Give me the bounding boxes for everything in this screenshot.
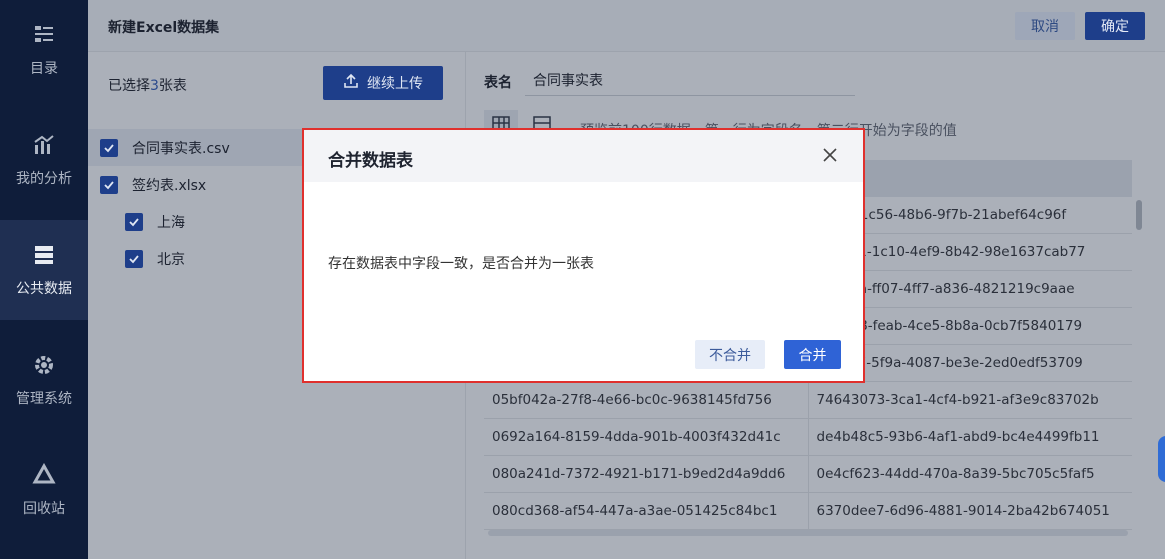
- selected-prefix: 已选择: [108, 78, 150, 94]
- sidebar-item-admin[interactable]: 管理系统: [0, 330, 88, 430]
- close-icon[interactable]: [821, 146, 839, 164]
- table-row: 080cd368-af54-447a-a3ae-051425c84bc1 6370…: [484, 493, 1132, 530]
- file-name: 签约表.xlsx: [132, 177, 207, 194]
- table-cell: 74643073-3ca1-4cf4-b921-af3e9c83702b: [807, 382, 1133, 418]
- page-title: 新建Excel数据集: [108, 20, 220, 36]
- database-icon: [31, 242, 57, 268]
- chart-icon: [31, 132, 57, 158]
- sidebar-item-label: 回收站: [23, 501, 65, 517]
- checkbox-checked-icon[interactable]: [100, 175, 118, 194]
- merge-button[interactable]: 合并: [784, 340, 841, 369]
- file-name: 合同事实表.csv: [132, 140, 230, 157]
- table-row: 05bf042a-27f8-4e66-bc0c-9638145fd756 7464…: [484, 382, 1132, 419]
- checkbox-checked-icon[interactable]: [125, 249, 143, 268]
- table-row: 080a241d-7372-4921-b171-b9ed2d4a9dd6 0e4c…: [484, 456, 1132, 493]
- selected-number: 3: [150, 78, 159, 94]
- vertical-scrollbar[interactable]: [1136, 200, 1142, 230]
- top-bar: 新建Excel数据集 取消 确定: [88, 0, 1165, 52]
- sheet-name: 上海: [157, 214, 185, 231]
- table-cell: 080cd368-af54-447a-a3ae-051425c84bc1: [492, 503, 778, 519]
- gear-icon: [31, 352, 57, 378]
- dialog-title: 合并数据表: [328, 151, 413, 171]
- sidebar-item-label: 我的分析: [16, 171, 72, 187]
- list-icon: [31, 22, 57, 48]
- table-cell: 0692a164-8159-4dda-901b-4003f432d41c: [492, 429, 781, 445]
- collapse-tab[interactable]: [1158, 436, 1165, 482]
- sidebar-item-label: 公共数据: [16, 281, 72, 297]
- confirm-button[interactable]: 确定: [1085, 12, 1145, 40]
- sidebar-item-recycle[interactable]: 回收站: [0, 440, 88, 540]
- checkbox-checked-icon[interactable]: [100, 138, 118, 157]
- sidebar: 目录 我的分析 公共数据 管理系统 回收站: [0, 0, 88, 559]
- selected-suffix: 张表: [158, 78, 187, 94]
- dialog-header: 合并数据表: [304, 130, 863, 182]
- continue-upload-button[interactable]: 继续上传: [323, 66, 443, 100]
- sidebar-item-catalog[interactable]: 目录: [0, 0, 88, 100]
- table-cell: 0e4cf623-44dd-470a-8a39-5bc705c5faf5: [807, 456, 1133, 492]
- sidebar-item-label: 目录: [30, 61, 58, 77]
- sidebar-item-my-analysis[interactable]: 我的分析: [0, 110, 88, 210]
- table-cell: 05bf042a-27f8-4e66-bc0c-9638145fd756: [492, 392, 772, 408]
- recycle-icon: [31, 462, 57, 488]
- checkbox-checked-icon[interactable]: [125, 212, 143, 231]
- sheet-name: 北京: [157, 251, 185, 268]
- table-cell: 6370dee7-6d96-4881-9014-2ba42b674051: [807, 493, 1133, 529]
- upload-icon: [343, 73, 359, 93]
- upload-label: 继续上传: [367, 76, 423, 92]
- cancel-button[interactable]: 取消: [1015, 12, 1075, 40]
- table-row: 0692a164-8159-4dda-901b-4003f432d41c de4b…: [484, 419, 1132, 456]
- horizontal-scrollbar[interactable]: [488, 530, 1128, 536]
- table-name-label: 表名: [484, 75, 512, 91]
- merge-dialog: 合并数据表 存在数据表中字段一致，是否合并为一张表 不合并 合并: [302, 128, 865, 383]
- table-name-input[interactable]: 合同事实表: [525, 64, 855, 96]
- sidebar-item-public-data[interactable]: 公共数据: [0, 220, 88, 320]
- table-cell: 080a241d-7372-4921-b171-b9ed2d4a9dd6: [492, 466, 786, 482]
- table-cell: de4b48c5-93b6-4af1-abd9-bc4e4499fb11: [807, 419, 1133, 455]
- dialog-message: 存在数据表中字段一致，是否合并为一张表: [328, 256, 594, 272]
- selected-count: 已选择3张表: [108, 75, 187, 95]
- no-merge-button[interactable]: 不合并: [695, 340, 765, 369]
- sidebar-item-label: 管理系统: [16, 391, 72, 407]
